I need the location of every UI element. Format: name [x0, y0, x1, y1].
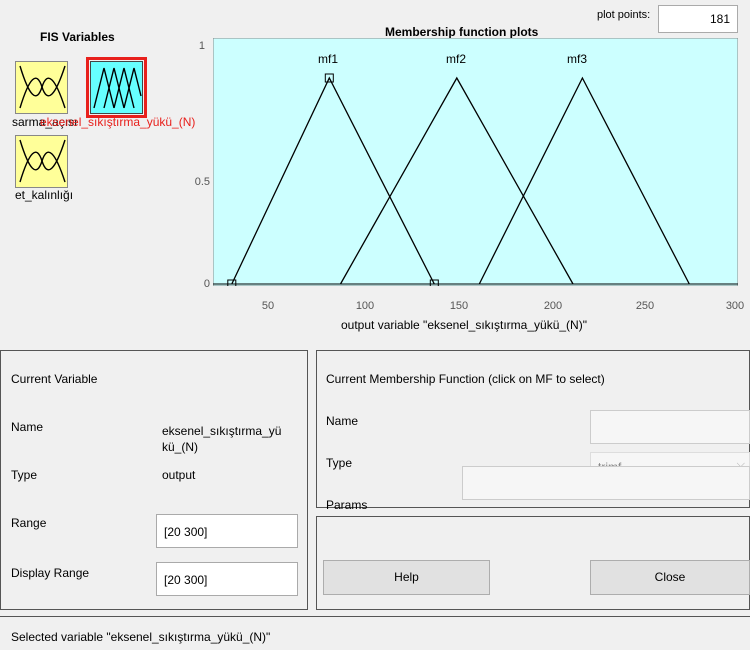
input-variable-et-label: et_kalınlığı: [15, 188, 74, 202]
current-variable-title: Current Variable: [11, 372, 98, 386]
x-axis-label: output variable "eksenel_sıkıştırma_yükü…: [341, 318, 587, 332]
fis-variables-title: FIS Variables: [40, 30, 115, 44]
status-text: Selected variable "eksenel_sıkıştırma_yü…: [11, 630, 271, 644]
input-variable-sarma-icon[interactable]: [15, 61, 68, 114]
variable-name-line1: eksenel_sıkıştırma_yü: [162, 424, 282, 438]
plot-title: Membership function plots: [385, 25, 539, 39]
membership-function-plot[interactable]: [213, 38, 738, 286]
xtick-250: 250: [635, 300, 655, 312]
mf-params-input[interactable]: [462, 466, 750, 500]
mf-type-label: Type: [326, 456, 353, 470]
display-range-input[interactable]: [20 300]: [156, 562, 298, 596]
variable-name-line2: kü_(N): [162, 440, 199, 454]
plot-points-input[interactable]: 181: [658, 5, 738, 33]
membership-triangles-icon: [93, 67, 142, 109]
output-variable-icon[interactable]: [86, 57, 147, 118]
type-label: Type: [11, 468, 38, 482]
membership-triangles-icon: [19, 65, 66, 109]
name-label: Name: [11, 420, 44, 434]
output-variable-label: eksenel_sıkıştırma_yükü_(N): [40, 115, 196, 129]
xtick-300: 300: [725, 300, 745, 312]
membership-triangles-icon: [19, 139, 66, 183]
range-input[interactable]: [20 300]: [156, 514, 298, 548]
help-button[interactable]: Help: [323, 560, 490, 595]
type-value: output: [162, 468, 196, 482]
mf2-label[interactable]: mf2: [446, 52, 466, 66]
plot-background: [213, 38, 738, 286]
mf-params-label: Params: [326, 498, 368, 512]
mf3-label[interactable]: mf3: [567, 52, 587, 66]
range-label: Range: [11, 516, 47, 530]
display-range-label: Display Range: [11, 566, 90, 580]
xtick-200: 200: [543, 300, 563, 312]
input-variable-et-icon[interactable]: [15, 135, 68, 188]
ytick-1: 1: [198, 40, 205, 52]
mf-name-label: Name: [326, 414, 359, 428]
current-mf-title: Current Membership Function (click on MF…: [326, 372, 605, 386]
plot-points-label: plot points:: [597, 9, 651, 21]
xtick-100: 100: [355, 300, 375, 312]
ytick-0-5: 0.5: [194, 176, 210, 188]
mf1-label[interactable]: mf1: [318, 52, 338, 66]
mf-name-input[interactable]: [590, 410, 750, 444]
ytick-0: 0: [203, 278, 210, 290]
close-button[interactable]: Close: [590, 560, 750, 595]
xtick-50: 50: [261, 300, 275, 312]
xtick-150: 150: [449, 300, 469, 312]
